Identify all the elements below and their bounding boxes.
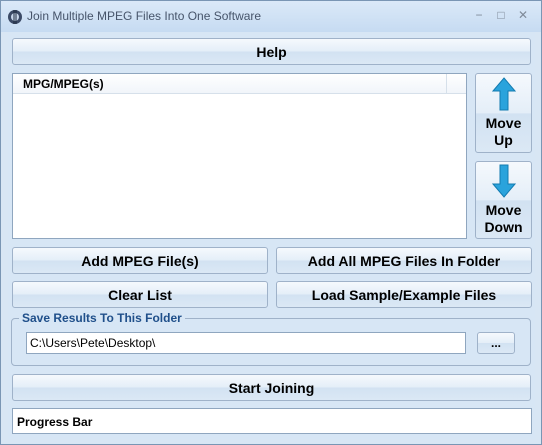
- output-path-input[interactable]: [26, 332, 466, 354]
- close-icon[interactable]: ✕: [514, 7, 532, 23]
- output-folder-group: Save Results To This Folder ...: [11, 311, 531, 366]
- progress-bar: Progress Bar: [12, 408, 532, 434]
- start-joining-button[interactable]: Start Joining: [12, 374, 531, 401]
- arrow-up-icon: [491, 77, 516, 111]
- maximize-icon[interactable]: □: [492, 7, 510, 23]
- app-icon: [8, 10, 22, 24]
- column-header-mpeg[interactable]: MPG/MPEG(s): [13, 74, 447, 94]
- window-title: Join Multiple MPEG Files Into One Softwa…: [27, 9, 262, 23]
- add-folder-button[interactable]: Add All MPEG Files In Folder: [276, 247, 532, 274]
- progress-label: Progress Bar: [17, 415, 93, 429]
- add-files-button[interactable]: Add MPEG File(s): [12, 247, 268, 274]
- title-bar[interactable]: Join Multiple MPEG Files Into One Softwa…: [1, 1, 541, 32]
- clear-list-button[interactable]: Clear List: [12, 281, 268, 308]
- move-up-label-1: Move: [485, 115, 522, 131]
- load-sample-button[interactable]: Load Sample/Example Files: [276, 281, 532, 308]
- arrow-down-icon: [491, 164, 516, 198]
- browse-button[interactable]: ...: [477, 332, 515, 354]
- move-down-label-1: Move: [485, 202, 522, 218]
- minimize-icon[interactable]: −: [470, 7, 488, 23]
- help-button[interactable]: Help: [12, 38, 531, 65]
- output-folder-label: Save Results To This Folder: [19, 311, 185, 325]
- move-up-button[interactable]: Move Up: [475, 73, 532, 153]
- app-window: Join Multiple MPEG Files Into One Softwa…: [0, 0, 542, 445]
- list-header: MPG/MPEG(s): [13, 74, 466, 94]
- move-down-label-2: Down: [484, 219, 523, 235]
- file-list[interactable]: MPG/MPEG(s): [12, 73, 467, 239]
- main-panel: Help MPG/MPEG(s) Move Up Move Down Add M…: [8, 32, 535, 439]
- move-down-button[interactable]: Move Down: [475, 161, 532, 239]
- move-up-label-2: Up: [494, 132, 513, 148]
